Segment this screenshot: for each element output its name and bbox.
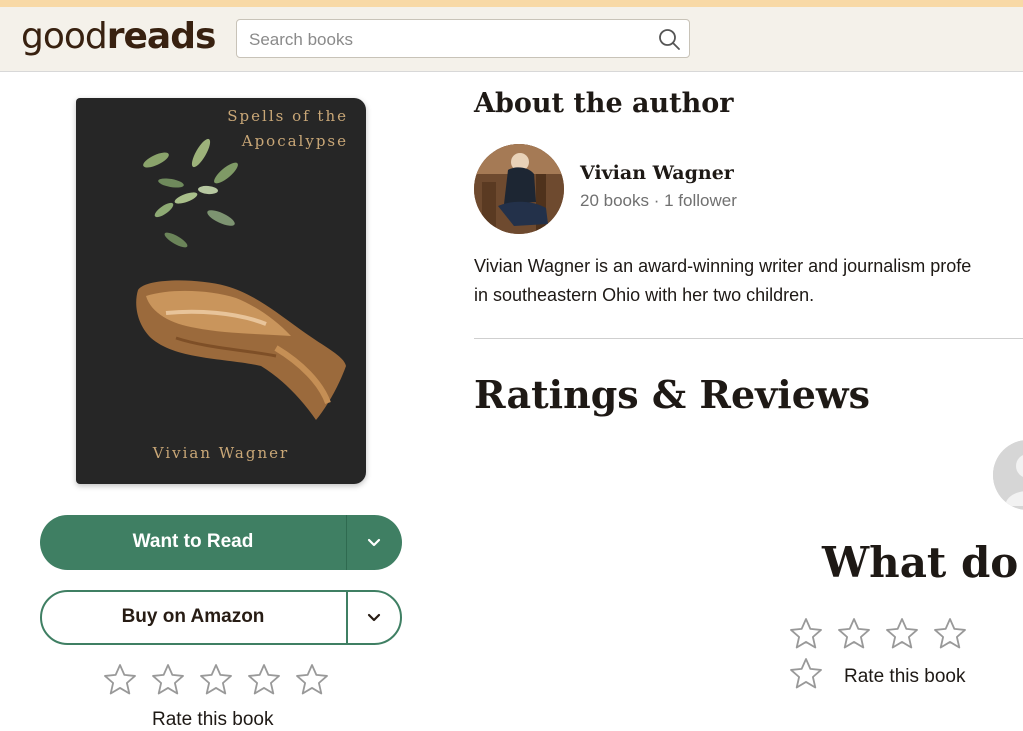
button-separator	[346, 592, 348, 643]
rating-prompt-heading: What do y	[822, 538, 1023, 587]
search-box[interactable]	[236, 19, 690, 58]
star-icon[interactable]	[294, 662, 330, 698]
ratings-reviews-heading: Ratings & Reviews	[474, 372, 870, 417]
star-icon[interactable]	[932, 616, 968, 652]
cover-artwork	[136, 138, 346, 420]
cover-title-line1: Spells of the	[227, 107, 348, 125]
author-photo	[474, 144, 564, 234]
book-cover[interactable]: Spells of the Apocalypse Vivian Wagner	[76, 98, 366, 484]
chevron-down-icon[interactable]	[366, 536, 382, 550]
star-icon[interactable]	[150, 662, 186, 698]
author-bio: Vivian Wagner is an award-winning writer…	[474, 252, 1023, 310]
want-to-read-label: Want to Read	[132, 531, 254, 552]
cover-title-line2: Apocalypse	[241, 132, 348, 150]
logo-good: good	[21, 16, 108, 57]
star-icon[interactable]	[788, 656, 824, 692]
star-icon[interactable]	[102, 662, 138, 698]
cover-title: Spells of the Apocalypse	[227, 104, 348, 154]
star-icon[interactable]	[198, 662, 234, 698]
want-to-read-button[interactable]: Want to Read	[40, 515, 402, 570]
cover-author: Vivian Wagner	[152, 444, 290, 462]
buy-on-amazon-button[interactable]: Buy on Amazon	[40, 590, 402, 645]
user-avatar-placeholder-icon	[993, 440, 1023, 510]
button-separator	[346, 515, 347, 570]
hands-illustration	[136, 280, 346, 420]
search-input[interactable]	[247, 26, 651, 54]
author-name[interactable]: Vivian Wagner	[580, 162, 734, 184]
section-divider	[474, 338, 1023, 339]
star-icon[interactable]	[884, 616, 920, 652]
author-bio-line1: Vivian Wagner is an award-winning writer…	[474, 256, 972, 276]
site-header: goodreads	[0, 7, 1023, 72]
top-accent-stripe	[0, 0, 1023, 7]
star-icon[interactable]	[246, 662, 282, 698]
user-avatar	[993, 440, 1023, 510]
rating-stars-left	[102, 662, 342, 702]
about-author-heading: About the author	[474, 88, 734, 119]
star-icon[interactable]	[788, 616, 824, 652]
rate-this-book-label-right: Rate this book	[844, 666, 966, 687]
chevron-down-icon[interactable]	[366, 611, 382, 625]
buy-on-amazon-label: Buy on Amazon	[121, 606, 265, 627]
author-bio-line2: in southeastern Ohio with her two childr…	[474, 285, 815, 305]
leaves-illustration	[143, 138, 238, 248]
star-icon[interactable]	[836, 616, 872, 652]
author-avatar[interactable]	[474, 144, 564, 234]
rate-this-book-label-left: Rate this book	[152, 709, 274, 730]
search-icon[interactable]	[657, 27, 681, 51]
author-meta: 20 books · 1 follower	[580, 191, 737, 210]
logo-reads: reads	[106, 16, 217, 57]
goodreads-logo[interactable]: goodreads	[21, 16, 217, 57]
